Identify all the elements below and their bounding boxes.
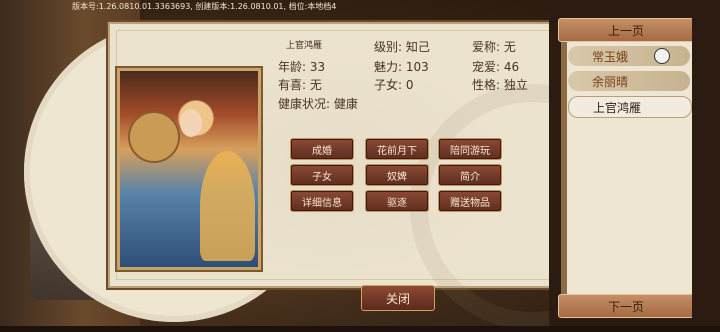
stat-pregnant: 有喜: 无 [278, 76, 322, 93]
character-name: 上官鸿雁 [286, 41, 323, 51]
stat-label: 年龄: [278, 60, 307, 74]
stat-label: 宠爱: [472, 60, 501, 74]
stat-label: 爱称: [472, 40, 501, 54]
stat-value: 独立 [503, 78, 528, 92]
stat-value: 无 [503, 40, 516, 54]
list-item-label: 余丽晴 [592, 74, 629, 89]
stat-label: 有喜: [278, 78, 307, 92]
servant-button[interactable]: 奴婢 [365, 164, 429, 186]
face [180, 109, 202, 137]
stat-value: 无 [309, 78, 322, 92]
stat-value: 33 [309, 60, 326, 74]
fan-icon [128, 111, 180, 163]
list-item-label: 常玉娥 [592, 49, 629, 64]
gift-button[interactable]: 赠送物品 [438, 190, 502, 212]
prev-page-button[interactable]: 上一页 [558, 18, 694, 42]
bottom-bar [0, 326, 720, 332]
list-item[interactable]: 余丽晴 [568, 71, 690, 91]
flowers-moon-button[interactable]: 花前月下 [365, 138, 429, 160]
stat-value: 健康 [333, 97, 358, 111]
stat-label: 健康状况: [278, 97, 331, 111]
stat-favor: 宠爱: 46 [472, 58, 519, 75]
stat-age: 年龄: 33 [278, 58, 325, 75]
character-portrait [117, 68, 261, 270]
stat-value: 0 [405, 78, 414, 92]
stat-charm: 魅力: 103 [374, 58, 429, 75]
stat-label: 级别: [374, 40, 403, 54]
list-item[interactable]: 上官鸿雁 [568, 96, 692, 118]
stat-value: 46 [503, 60, 520, 74]
expel-button[interactable]: 驱逐 [365, 190, 429, 212]
close-button[interactable]: 关闭 [361, 285, 435, 311]
list-item[interactable]: 常玉娥 [568, 46, 690, 66]
pet-icon [654, 48, 670, 64]
stat-label: 子女: [374, 78, 403, 92]
stat-label: 性格: [472, 78, 501, 92]
sleeve [200, 151, 255, 261]
version-text: 版本号:1.26.0810.01.3363693, 创建版本:1.26.0810… [72, 2, 337, 11]
stat-value: 103 [405, 60, 429, 74]
stat-rank: 级别: 知己 [374, 38, 430, 55]
stat-value: 知己 [405, 40, 430, 54]
marry-button[interactable]: 成婚 [290, 138, 354, 160]
accompany-button[interactable]: 陪同游玩 [438, 138, 502, 160]
stat-personality: 性格: 独立 [472, 76, 528, 93]
stat-children: 子女: 0 [374, 76, 414, 93]
details-button[interactable]: 详细信息 [290, 190, 354, 212]
frame-edge [692, 0, 720, 332]
intro-button[interactable]: 简介 [438, 164, 502, 186]
stat-nickname: 爱称: 无 [472, 38, 516, 55]
list-item-label: 上官鸿雁 [593, 100, 642, 115]
children-button[interactable]: 子女 [290, 164, 354, 186]
stat-health: 健康状况: 健康 [278, 95, 358, 112]
stat-label: 魅力: [374, 60, 403, 74]
next-page-button[interactable]: 下一页 [558, 294, 694, 318]
